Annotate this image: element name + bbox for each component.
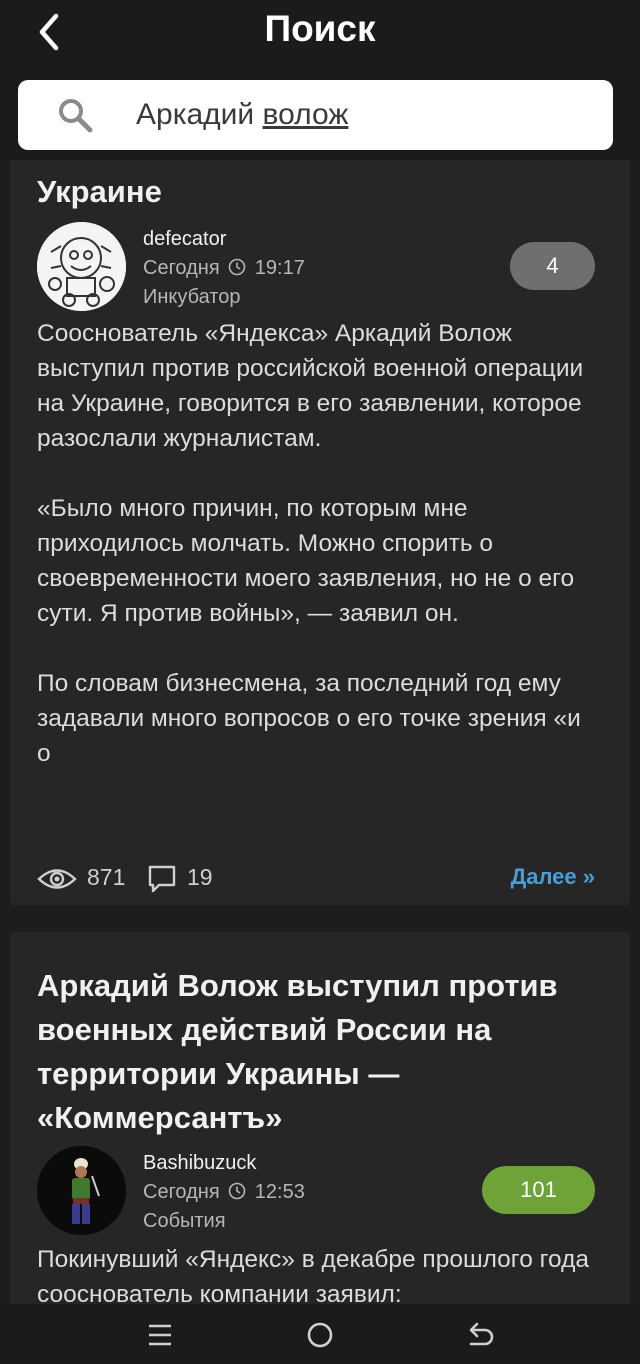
avatar-drawing — [37, 1146, 126, 1235]
post-paragraph: По словам бизнесмена, за последний год е… — [37, 670, 581, 767]
search-query-underlined: волож — [262, 98, 349, 131]
clock-icon — [228, 1182, 246, 1200]
post-time: 12:53 — [254, 1181, 305, 1203]
post-paragraph: «Было много причин, по которым мне прихо… — [37, 495, 575, 627]
post-author[interactable]: Bashibuzuck — [143, 1152, 256, 1175]
search-query-text: Аркадий — [136, 98, 263, 131]
home-icon[interactable] — [303, 1318, 337, 1352]
post-date: Сегодня — [143, 1181, 220, 1203]
post-card: Аркадий Волож выступил против военных де… — [10, 932, 630, 1304]
post-datetime: Сегодня 19:17 — [143, 257, 305, 280]
search-results-feed[interactable]: Украине defecator Сегодня 19:17 Инкубато… — [0, 160, 640, 1304]
comments-count[interactable]: 19 — [187, 864, 213, 891]
post-author[interactable]: defecator — [143, 228, 226, 251]
avatar[interactable] — [37, 1146, 126, 1235]
post-community[interactable]: События — [143, 1210, 226, 1233]
post-time: 19:17 — [254, 257, 305, 279]
search-field[interactable]: Аркадий волож — [18, 80, 613, 150]
comment-icon[interactable] — [147, 864, 177, 894]
page-title: Поиск — [264, 8, 376, 49]
post-community[interactable]: Инкубатор — [143, 286, 240, 309]
search-icon[interactable] — [56, 96, 94, 134]
post-paragraph: Покинувший «Яндекс» в декабре прошлого г… — [37, 1246, 590, 1304]
post-paragraph: Сооснователь «Яндекса» Аркадий Волож выс… — [37, 320, 584, 452]
post-body: Покинувший «Яндекс» в декабре прошлого г… — [37, 1242, 597, 1304]
avatar[interactable] — [37, 222, 126, 311]
eye-icon — [37, 869, 77, 889]
back-arrow-icon[interactable] — [463, 1318, 497, 1352]
post-card: Украине defecator Сегодня 19:17 Инкубато… — [10, 160, 630, 905]
top-bar: Поиск Аркадий волож — [0, 0, 640, 160]
menu-icon[interactable] — [143, 1318, 177, 1352]
read-more-link[interactable]: Далее » — [511, 864, 595, 890]
post-body: Сооснователь «Яндекса» Аркадий Волож выс… — [37, 316, 597, 806]
search-input[interactable]: Аркадий волож — [136, 96, 348, 134]
post-date: Сегодня — [143, 257, 220, 279]
system-nav-bar — [0, 1304, 640, 1364]
rating-badge[interactable]: 4 — [510, 242, 595, 290]
post-title[interactable]: Аркадий Волож выступил против военных де… — [37, 964, 597, 1140]
avatar-drawing — [37, 222, 126, 311]
clock-icon — [228, 258, 246, 276]
post-datetime: Сегодня 12:53 — [143, 1181, 305, 1204]
rating-badge[interactable]: 101 — [482, 1166, 595, 1214]
post-title[interactable]: Украине — [37, 170, 162, 214]
views-count: 871 — [87, 864, 126, 890]
